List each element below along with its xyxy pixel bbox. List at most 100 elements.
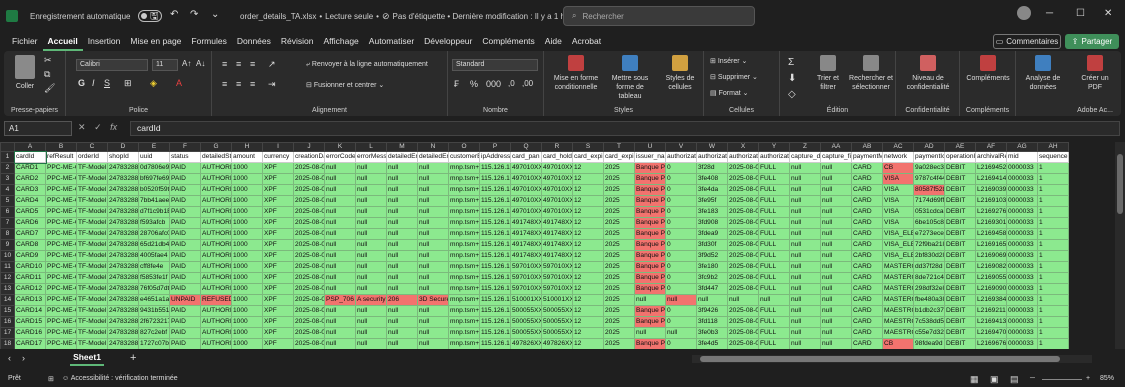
cell[interactable]: CARD17 — [14, 338, 46, 349]
cell[interactable]: 65d21db4 — [138, 239, 170, 251]
cell[interactable]: L2169069 — [975, 250, 1007, 262]
header-cell[interactable]: detailedEr — [386, 151, 418, 163]
cell[interactable]: CARD — [851, 206, 883, 218]
cell[interactable]: 3fe408 — [696, 173, 728, 185]
cell[interactable]: 24783288 — [107, 162, 139, 174]
cell[interactable]: MAESTRO — [882, 305, 914, 317]
cell[interactable]: 1 — [1037, 228, 1069, 240]
cell[interactable]: null — [789, 239, 821, 251]
cell[interactable]: null — [355, 162, 387, 174]
column-header[interactable]: C — [76, 142, 108, 152]
cell[interactable]: 3fe180 — [696, 261, 728, 273]
cell[interactable]: 0000033 — [1006, 184, 1038, 196]
zoom-out-icon[interactable]: ─ — [1030, 375, 1035, 382]
cell[interactable]: FULL — [758, 162, 790, 174]
cell[interactable]: 0531cdcac — [913, 206, 945, 218]
cell[interactable]: null — [324, 184, 356, 196]
cell[interactable]: CARD — [851, 239, 883, 251]
cell[interactable]: FULL — [758, 217, 790, 229]
cell[interactable]: 1 — [1037, 261, 1069, 273]
cell[interactable]: 1000 — [231, 217, 263, 229]
cell[interactable]: 115.126.1 — [479, 283, 511, 295]
cell[interactable]: 2025-08-0 — [727, 206, 759, 218]
orientation-icon[interactable]: ↗ — [268, 59, 276, 70]
cell[interactable]: CARD — [851, 173, 883, 185]
cell[interactable]: CARD1 — [14, 162, 46, 174]
number-format-select[interactable]: Standard — [452, 59, 538, 71]
cell[interactable]: TF-Model — [76, 250, 108, 262]
cell[interactable]: 2025-08-0 — [293, 305, 325, 317]
cell[interactable]: CARD10 — [14, 261, 46, 273]
cell[interactable]: 500055XX — [541, 327, 573, 339]
cell[interactable]: CARD11 — [14, 272, 46, 284]
cell[interactable]: 2025-08-0 — [727, 250, 759, 262]
cell[interactable]: 2025 — [603, 162, 635, 174]
cell[interactable]: 0 — [665, 338, 697, 349]
cell[interactable]: DEBIT — [944, 261, 976, 273]
header-cell[interactable]: authorizat — [758, 151, 790, 163]
cell[interactable]: null — [789, 261, 821, 273]
cell[interactable]: 500055XX — [541, 316, 573, 328]
cell[interactable]: 1 — [1037, 272, 1069, 284]
cell[interactable]: mnp.tsm+ — [448, 294, 480, 306]
cell[interactable]: mnp.tsm+ — [448, 173, 480, 185]
cell[interactable]: 497010XX — [510, 162, 542, 174]
cell[interactable]: null — [417, 272, 449, 284]
cell[interactable]: 500055XX — [510, 327, 542, 339]
row-header[interactable]: 1 — [0, 151, 15, 163]
cell[interactable]: TF-Model — [76, 195, 108, 207]
cell[interactable]: CARD — [851, 228, 883, 240]
cell[interactable]: TF-Model — [76, 305, 108, 317]
percent-icon[interactable]: % — [470, 79, 478, 89]
cell[interactable]: 0 — [665, 250, 697, 262]
cell[interactable]: 115.126.1 — [479, 338, 511, 349]
cell[interactable]: c55e7d32l — [913, 327, 945, 339]
column-header[interactable]: Z — [789, 142, 821, 152]
qat-more-icon[interactable]: ⌄ — [211, 9, 219, 20]
row-header[interactable]: 5 — [0, 195, 15, 207]
row-header[interactable]: 18 — [0, 338, 15, 349]
cell[interactable]: null — [789, 272, 821, 284]
cell[interactable]: 115.126.1 — [479, 217, 511, 229]
cell[interactable]: DEBIT — [944, 173, 976, 185]
column-header[interactable]: A — [14, 142, 46, 152]
cell[interactable]: 0 — [665, 272, 697, 284]
cell[interactable]: FULL — [758, 316, 790, 328]
cell[interactable]: null — [324, 305, 356, 317]
cell[interactable]: null — [789, 162, 821, 174]
cell[interactable]: 2025-08-0 — [293, 283, 325, 295]
cell[interactable]: PAID — [169, 206, 201, 218]
cell[interactable]: AUTHORIS — [200, 206, 232, 218]
cell[interactable]: null — [417, 250, 449, 262]
cell[interactable]: 1 — [1037, 327, 1069, 339]
cell[interactable]: Banque P — [634, 184, 666, 196]
cell[interactable]: null — [417, 283, 449, 295]
header-cell[interactable]: authorizat — [665, 151, 697, 163]
align-top-icon[interactable]: ≡ — [222, 59, 227, 69]
cell[interactable]: null — [386, 162, 418, 174]
cell[interactable]: null — [355, 327, 387, 339]
cell[interactable]: 0000033 — [1006, 283, 1038, 295]
cell[interactable]: null — [355, 338, 387, 349]
cell[interactable]: DEBIT — [944, 195, 976, 207]
cell[interactable]: CARD8 — [14, 239, 46, 251]
cell[interactable]: 2025-08-0 — [293, 173, 325, 185]
cell[interactable]: Banque P — [634, 250, 666, 262]
header-cell[interactable]: errorCode — [324, 151, 356, 163]
cell[interactable]: Banque P — [634, 316, 666, 328]
cell[interactable]: 1 — [1037, 239, 1069, 251]
cell[interactable]: TF-Model — [76, 239, 108, 251]
cell[interactable]: TF-Model — [76, 316, 108, 328]
cell[interactable]: 0000033 — [1006, 217, 1038, 229]
cell[interactable]: 1 — [1037, 173, 1069, 185]
column-header[interactable]: Y — [758, 142, 790, 152]
cell[interactable]: null — [789, 195, 821, 207]
cell[interactable]: null — [324, 327, 356, 339]
header-cell[interactable]: authorizat — [696, 151, 728, 163]
cell[interactable]: Banque P — [634, 305, 666, 317]
cell[interactable]: 2025 — [603, 294, 635, 306]
cell[interactable]: L2169165 — [975, 239, 1007, 251]
fill-color-icon[interactable]: ◈ — [150, 78, 157, 89]
cell[interactable]: DEBIT — [944, 316, 976, 328]
cell[interactable]: AUTHORIS — [200, 239, 232, 251]
